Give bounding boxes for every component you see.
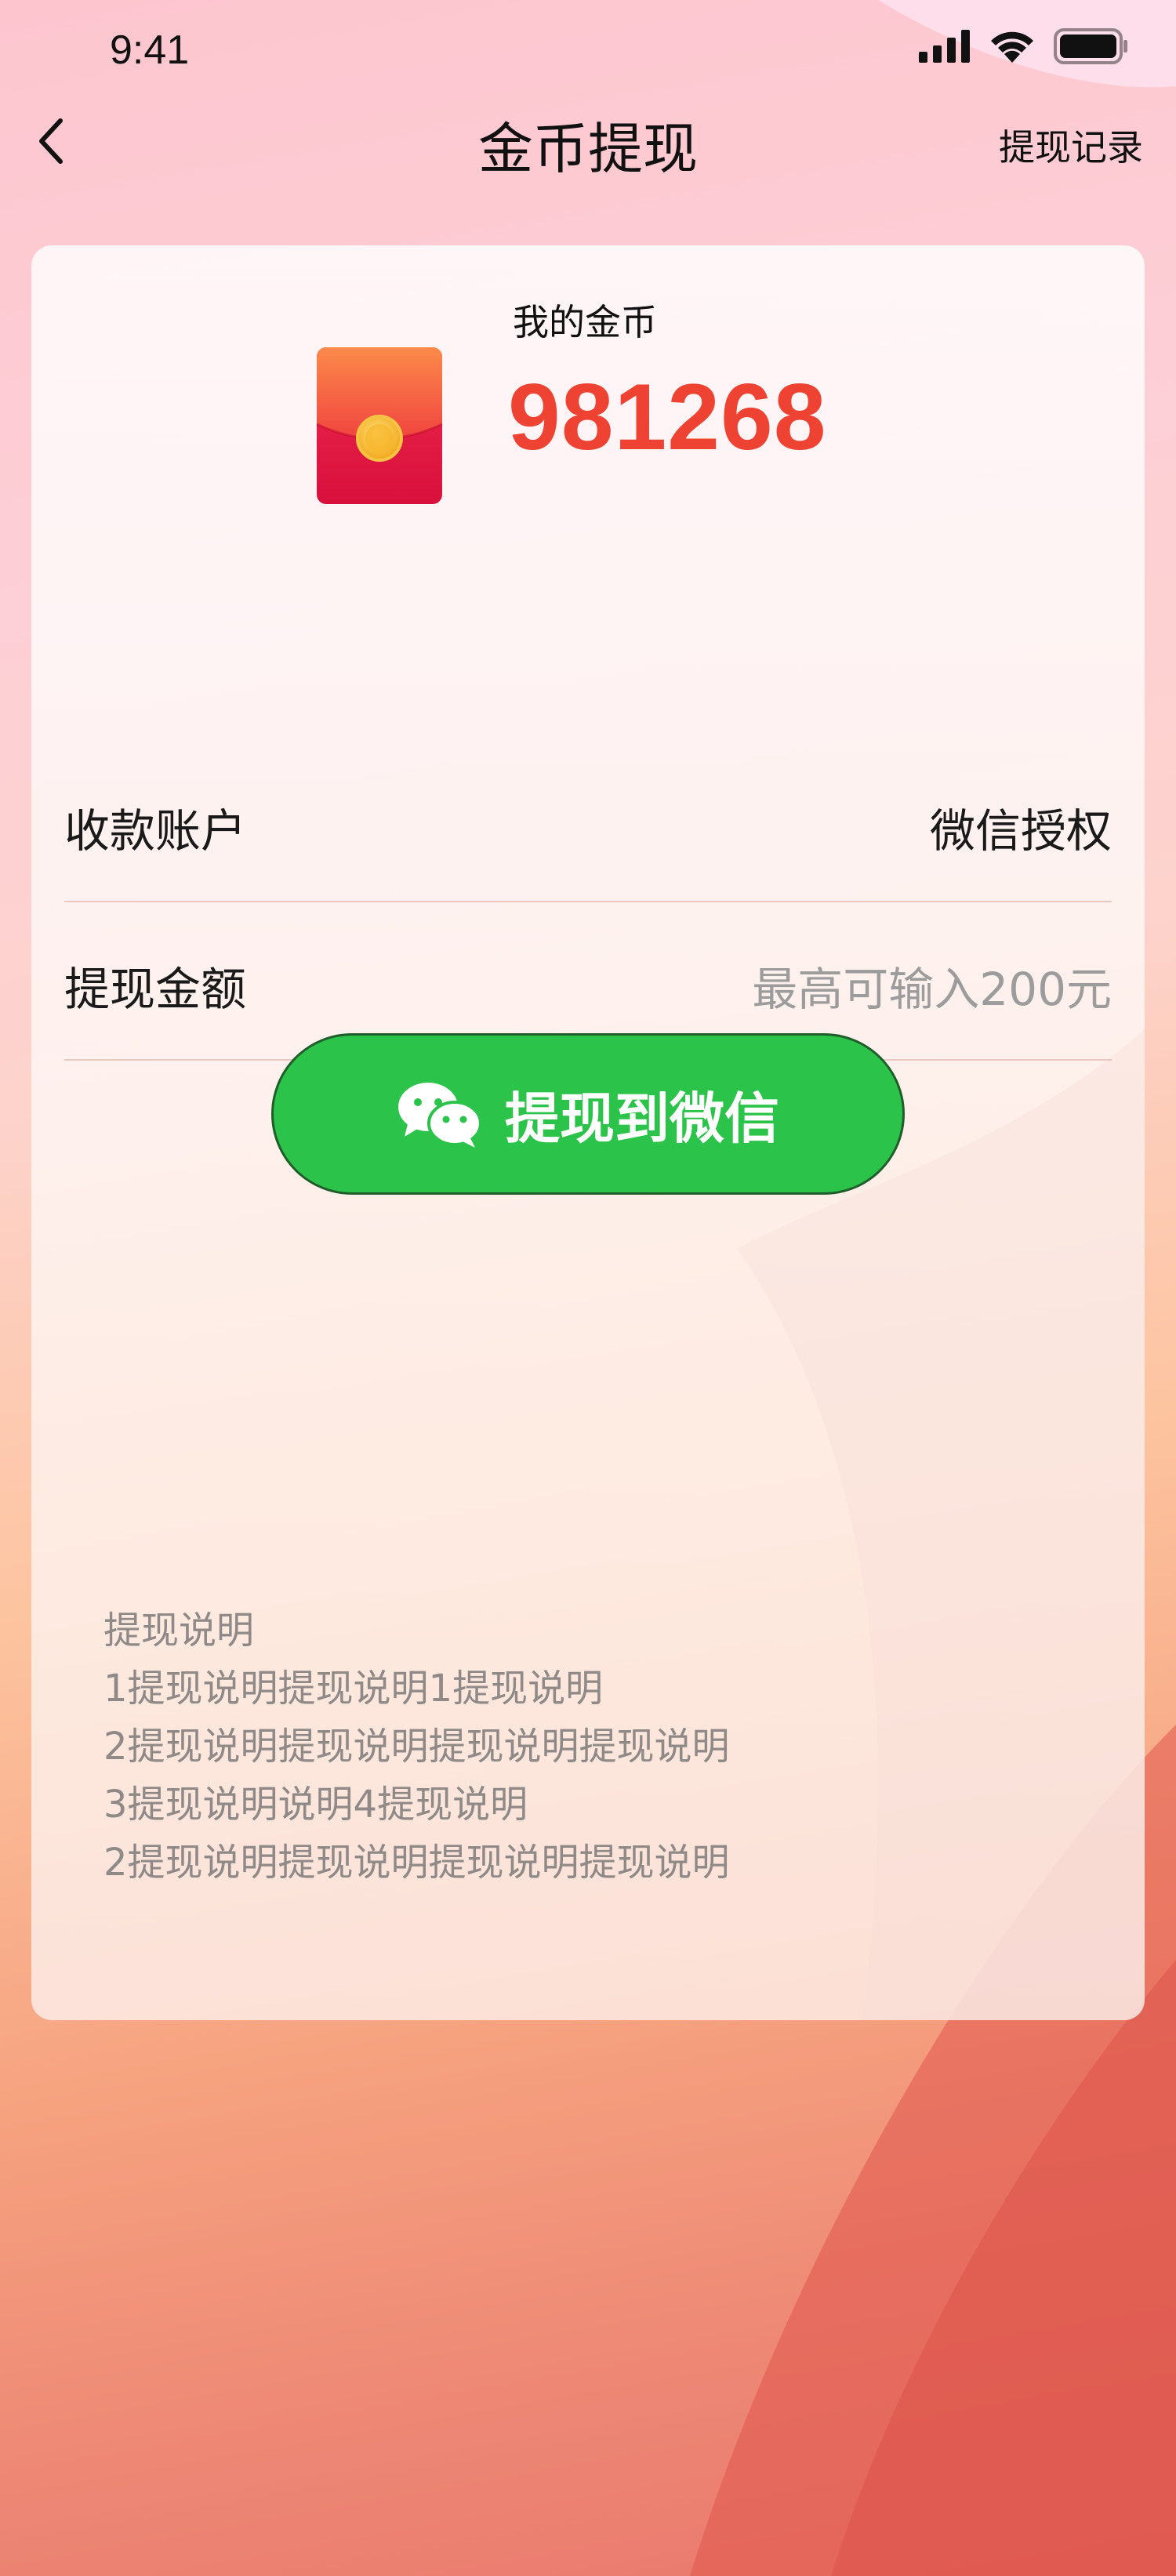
account-label: 收款账户 (64, 804, 247, 858)
status-icons (919, 28, 1129, 64)
signal-icon (919, 30, 970, 63)
status-bar: 9:41 (0, 0, 1176, 102)
notes-line: 1提现说明提现说明1提现说明 (103, 1667, 604, 1711)
account-row[interactable]: 收款账户 微信授权 (64, 744, 1112, 902)
account-value[interactable]: 微信授权 (930, 794, 1112, 860)
amount-label: 提现金额 (64, 963, 247, 1016)
notes-line: 3提现说明说明4提现说明 (103, 1783, 528, 1827)
nav-bar: 金币提现 提现记录 (0, 94, 1176, 188)
withdraw-card: 我的金币 981268 收款账户 微信授权 提现金额 最高可输入200元 提现到… (31, 245, 1145, 2020)
my-coins-label: 我的金币 (513, 301, 657, 343)
amount-input[interactable]: 最高可输入200元 (752, 952, 1112, 1018)
wechat-icon (398, 1083, 482, 1148)
notes-title: 提现说明 (103, 1609, 255, 1653)
status-time: 9:41 (110, 27, 190, 73)
withdraw-notes: 提现说明 1提现说明提现说明1提现说明 2提现说明提现说明提现说明提现说明 3提… (103, 1602, 730, 1892)
notes-line: 2提现说明提现说明提现说明提现说明 (103, 1841, 730, 1885)
withdraw-to-wechat-button[interactable]: 提现到微信 (271, 1033, 905, 1195)
red-packet-icon (316, 347, 443, 504)
coin-balance: 981268 (508, 365, 827, 470)
battery-icon (1054, 28, 1127, 64)
notes-line: 2提现说明提现说明提现说明提现说明 (103, 1725, 730, 1769)
withdraw-button-label: 提现到微信 (505, 1086, 779, 1151)
wifi-icon (991, 31, 1033, 63)
withdraw-record-link[interactable]: 提现记录 (999, 119, 1143, 171)
